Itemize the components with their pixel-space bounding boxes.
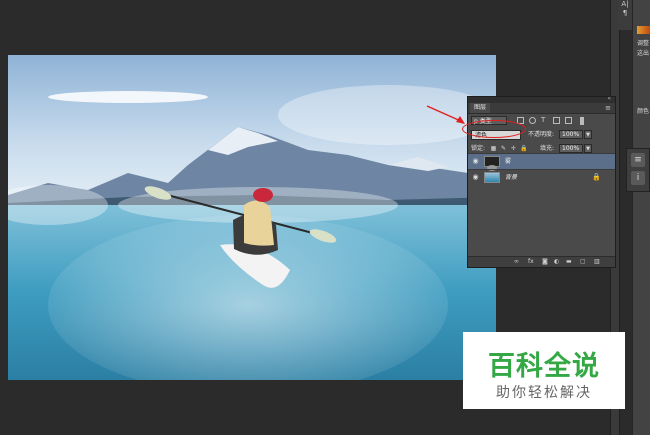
adjustment-filter-icon[interactable] (529, 117, 536, 124)
layer-thumbnail (484, 156, 500, 171)
canvas-image (8, 55, 496, 380)
link-icon[interactable]: ∞ (514, 258, 519, 266)
shape-filter-icon[interactable] (553, 117, 560, 124)
new-layer-icon[interactable]: ▢ (580, 258, 586, 266)
panel-label-adjust: 调整 (637, 40, 650, 47)
properties-icon[interactable]: ≡ (631, 153, 645, 167)
watermark-tagline: 助你轻松解决 (496, 385, 592, 401)
mask-icon[interactable]: ◙ (542, 258, 548, 266)
opacity-dropdown-icon[interactable]: ▼ (584, 130, 592, 139)
fill-input[interactable]: 100% (559, 144, 583, 153)
lock-pixels-icon[interactable]: ✎ (500, 145, 507, 152)
fill-dropdown-icon[interactable]: ▼ (584, 144, 592, 153)
type-filter-icon[interactable]: T (541, 117, 548, 124)
group-icon[interactable]: ▬ (566, 258, 572, 266)
gradient-swatch[interactable] (637, 26, 650, 34)
mini-dock[interactable]: ≡ i (626, 148, 650, 192)
layer-name[interactable]: 雾 (505, 154, 511, 169)
layers-footer: ∞ fx ◙ ◐ ▬ ▢ ▥ (468, 256, 615, 267)
lock-icon: 🔒 (592, 173, 601, 181)
tab-layers[interactable]: 图层 (470, 103, 491, 113)
info-icon[interactable]: i (631, 171, 645, 185)
eye-icon[interactable]: ◉ (471, 173, 480, 181)
annotation-ellipse (462, 120, 526, 138)
layer-row-fog[interactable]: ◉ 雾 (468, 153, 615, 171)
adjustments-panel[interactable]: 调整 这出 颜色 (632, 0, 650, 435)
character-panel-icons[interactable]: A| ¶ (618, 0, 632, 30)
layer-row-background[interactable]: ◉ 背景 🔒 (468, 169, 615, 185)
trash-icon[interactable]: ▥ (594, 258, 600, 266)
document-canvas[interactable] (8, 55, 496, 380)
smart-filter-icon[interactable] (565, 117, 572, 124)
panel-label-2: 这出 (637, 50, 650, 57)
lock-all-icon[interactable]: 🔒 (520, 145, 527, 152)
panel-tabs: 图层 ≡ (468, 103, 615, 114)
layer-name[interactable]: 背景 (505, 170, 517, 185)
filter-toggle-icon[interactable] (580, 117, 584, 125)
opacity-input[interactable]: 100% (559, 130, 583, 139)
panel-menu-icon[interactable]: ≡ (605, 103, 611, 113)
character-icon[interactable]: A| (618, 0, 632, 9)
adjustment-icon[interactable]: ◐ (554, 258, 559, 266)
lock-position-icon[interactable]: ✛ (510, 145, 517, 152)
eye-icon[interactable]: ◉ (471, 157, 480, 165)
watermark-title: 百科全说 (488, 351, 600, 382)
opacity-label: 不透明度: (528, 131, 555, 138)
layer-thumbnail (484, 172, 500, 183)
panel-label-color: 颜色 (637, 108, 650, 115)
annotation-arrow-icon (426, 105, 465, 124)
collapse-icon[interactable]: « (607, 95, 611, 102)
lock-transparency-icon[interactable]: ▦ (490, 145, 497, 152)
fx-icon[interactable]: fx (528, 258, 534, 266)
paragraph-icon[interactable]: ¶ (618, 9, 632, 18)
watermark-logo: 百科全说 助你轻松解决 (463, 332, 625, 409)
